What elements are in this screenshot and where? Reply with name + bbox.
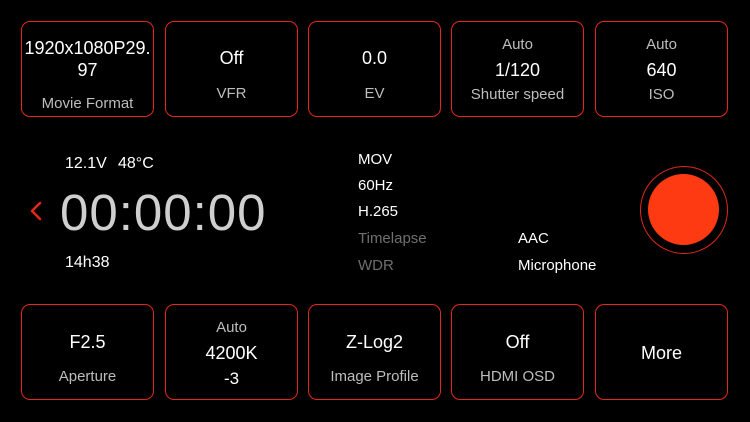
movie-format-label: Movie Format xyxy=(41,95,134,112)
movie-format-tile[interactable]: 1920x1080P29. 97 Movie Format xyxy=(21,21,154,117)
hdmi-osd-value: Off xyxy=(505,332,530,352)
shutter-speed-tile[interactable]: Auto 1/120 Shutter speed xyxy=(451,21,584,117)
aperture-label: Aperture xyxy=(58,368,117,385)
timecode: 00:00:00 xyxy=(60,184,267,241)
battery-voltage: 12.1V xyxy=(65,155,107,172)
frequency: 60Hz xyxy=(358,177,394,194)
shutter-mode: Auto xyxy=(502,36,533,53)
temperature: 48°C xyxy=(118,155,154,172)
ev-tile[interactable]: 0.0 EV xyxy=(308,21,441,117)
container-format: MOV xyxy=(358,151,393,168)
white-balance-tint: -3 xyxy=(223,369,240,388)
vfr-label: VFR xyxy=(216,85,247,102)
aperture-tile[interactable]: F2.5 Aperture xyxy=(21,304,154,400)
more-button[interactable]: More xyxy=(595,304,728,400)
wdr-indicator: WDR xyxy=(358,257,394,274)
image-profile-tile[interactable]: Z-Log2 Image Profile xyxy=(308,304,441,400)
white-balance-value: 4200K xyxy=(205,343,258,363)
chevron-left-icon[interactable] xyxy=(27,200,45,222)
iso-label: ISO xyxy=(648,86,675,103)
white-balance-tile[interactable]: Auto 4200K -3 xyxy=(165,304,298,400)
iso-value: 640 xyxy=(646,60,677,80)
remaining-record-time: 14h38 xyxy=(65,254,110,271)
audio-source: Microphone xyxy=(518,257,597,274)
record-button[interactable] xyxy=(640,166,728,254)
timelapse-indicator: Timelapse xyxy=(358,230,427,247)
image-profile-label: Image Profile xyxy=(330,368,419,385)
vfr-value: Off xyxy=(219,48,244,68)
more-label: More xyxy=(640,343,682,363)
iso-mode: Auto xyxy=(646,36,677,53)
aperture-value: F2.5 xyxy=(69,332,106,352)
movie-format-value-line1: 1920x1080P29. xyxy=(24,38,151,58)
movie-format-value-line2: 97 xyxy=(77,60,98,80)
codec: H.265 xyxy=(358,203,399,220)
white-balance-mode: Auto xyxy=(216,319,247,336)
image-profile-value: Z-Log2 xyxy=(345,332,404,352)
record-button-icon xyxy=(648,174,719,245)
audio-codec: AAC xyxy=(518,230,549,247)
ev-value: 0.0 xyxy=(361,48,388,68)
shutter-value: 1/120 xyxy=(494,60,541,80)
ev-label: EV xyxy=(364,85,385,102)
hdmi-osd-label: HDMI OSD xyxy=(480,368,555,385)
vfr-tile[interactable]: Off VFR xyxy=(165,21,298,117)
shutter-label: Shutter speed xyxy=(470,86,565,103)
camera-control-screen: 1920x1080P29. 97 Movie Format Off VFR 0.… xyxy=(0,0,750,422)
hdmi-osd-tile[interactable]: Off HDMI OSD xyxy=(451,304,584,400)
iso-tile[interactable]: Auto 640 ISO xyxy=(595,21,728,117)
